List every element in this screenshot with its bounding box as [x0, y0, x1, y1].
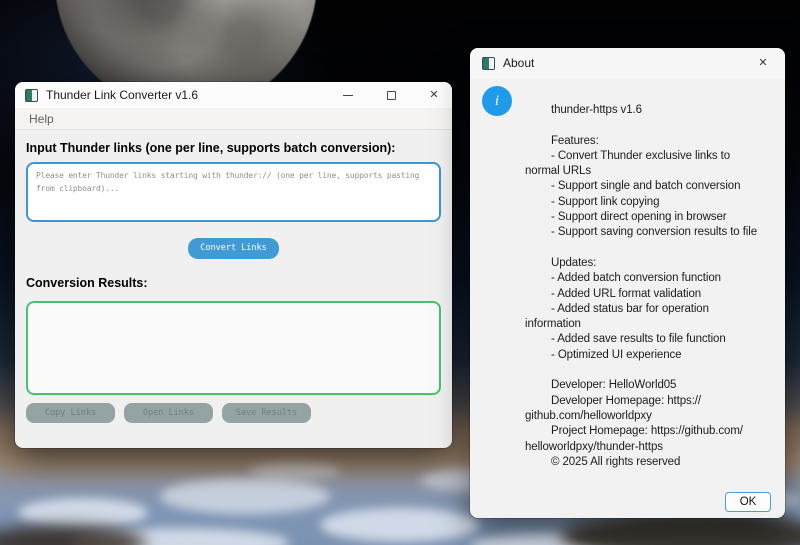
about-message-line: Features: — [525, 135, 781, 150]
close-icon: ✕ — [429, 90, 438, 101]
conversion-results-output[interactable] — [28, 303, 439, 393]
action-button[interactable]: Copy Links — [26, 403, 115, 423]
info-icon: i — [482, 86, 512, 116]
action-button-row: Copy Links Open Links Save Results — [26, 403, 441, 423]
about-message-line: - Added URL format validation — [525, 288, 781, 303]
cloud — [320, 508, 480, 542]
window-title: Thunder Link Converter v1.6 — [46, 88, 198, 102]
about-message-line: - Added status bar for operation — [525, 303, 781, 318]
about-message-line: - Support direct opening in browser — [525, 211, 781, 226]
about-message-line: thunder-https v1.6 — [525, 104, 781, 119]
about-message-line: - Added save results to file function — [525, 333, 781, 348]
about-message-line: - Added batch conversion function — [525, 272, 781, 287]
convert-row: Convert Links — [26, 237, 441, 259]
about-message-line — [525, 242, 781, 257]
about-message-line: github.com/helloworldpxy — [525, 410, 781, 425]
about-message-line: Developer Homepage: https:// — [525, 395, 781, 410]
desktop: Thunder Link Converter v1.6 ✕ Help Input… — [0, 0, 800, 545]
results-section-label: Conversion Results: — [26, 276, 441, 290]
about-message-line: normal URLs — [525, 165, 781, 180]
conversion-results-box — [26, 301, 441, 395]
about-message-line — [525, 364, 781, 379]
about-message-line: - Support link copying — [525, 196, 781, 211]
minimize-button[interactable] — [338, 85, 358, 105]
convert-links-button[interactable]: Convert Links — [188, 238, 279, 259]
about-dialog: About ✕ i thunder-https v1.6 Features: -… — [470, 48, 785, 518]
about-message-line — [525, 119, 781, 134]
cloud — [160, 478, 330, 514]
about-message-line: information — [525, 318, 781, 333]
titlebar[interactable]: Thunder Link Converter v1.6 ✕ — [15, 82, 452, 108]
menubar: Help — [15, 108, 452, 130]
window-controls: ✕ — [338, 85, 444, 105]
cloud — [18, 498, 148, 528]
thunder-links-input-box — [26, 162, 441, 222]
minimize-icon — [343, 95, 353, 96]
about-message-line: - Support single and batch conversion — [525, 180, 781, 195]
dialog-title: About — [503, 56, 534, 70]
cloud — [250, 462, 340, 480]
about-message-line: Updates: — [525, 257, 781, 272]
about-message-line: helloworldpxy/thunder-https — [525, 441, 781, 456]
close-button[interactable]: ✕ — [424, 85, 444, 105]
titlebar[interactable]: About ✕ — [470, 48, 785, 78]
about-message: thunder-https v1.6 Features: - Convert T… — [525, 104, 781, 471]
about-message-line: Project Homepage: https://github.com/ — [525, 425, 781, 440]
input-section-label: Input Thunder links (one per line, suppo… — [26, 141, 441, 155]
maximize-icon — [387, 91, 396, 100]
maximize-button[interactable] — [381, 85, 401, 105]
about-message-line: © 2025 All rights reserved — [525, 456, 781, 471]
app-icon — [25, 89, 38, 102]
close-button[interactable]: ✕ — [753, 53, 773, 73]
thunder-links-input[interactable] — [28, 164, 439, 220]
action-button[interactable]: Save Results — [222, 403, 311, 423]
thunder-link-converter-window: Thunder Link Converter v1.6 ✕ Help Input… — [15, 82, 452, 448]
ok-button[interactable]: OK — [725, 492, 771, 512]
converter-body: Input Thunder links (one per line, suppo… — [15, 141, 452, 423]
about-message-line: Developer: HelloWorld05 — [525, 379, 781, 394]
menu-item-help[interactable]: Help — [23, 110, 60, 128]
action-button[interactable]: Open Links — [124, 403, 213, 423]
about-message-line: - Convert Thunder exclusive links to — [525, 150, 781, 165]
app-icon — [482, 57, 495, 70]
close-icon: ✕ — [758, 58, 767, 69]
terrain — [0, 525, 146, 545]
about-message-line: - Optimized UI experience — [525, 349, 781, 364]
about-message-line: - Support saving conversion results to f… — [525, 226, 781, 241]
info-icon-glyph: i — [495, 93, 499, 110]
